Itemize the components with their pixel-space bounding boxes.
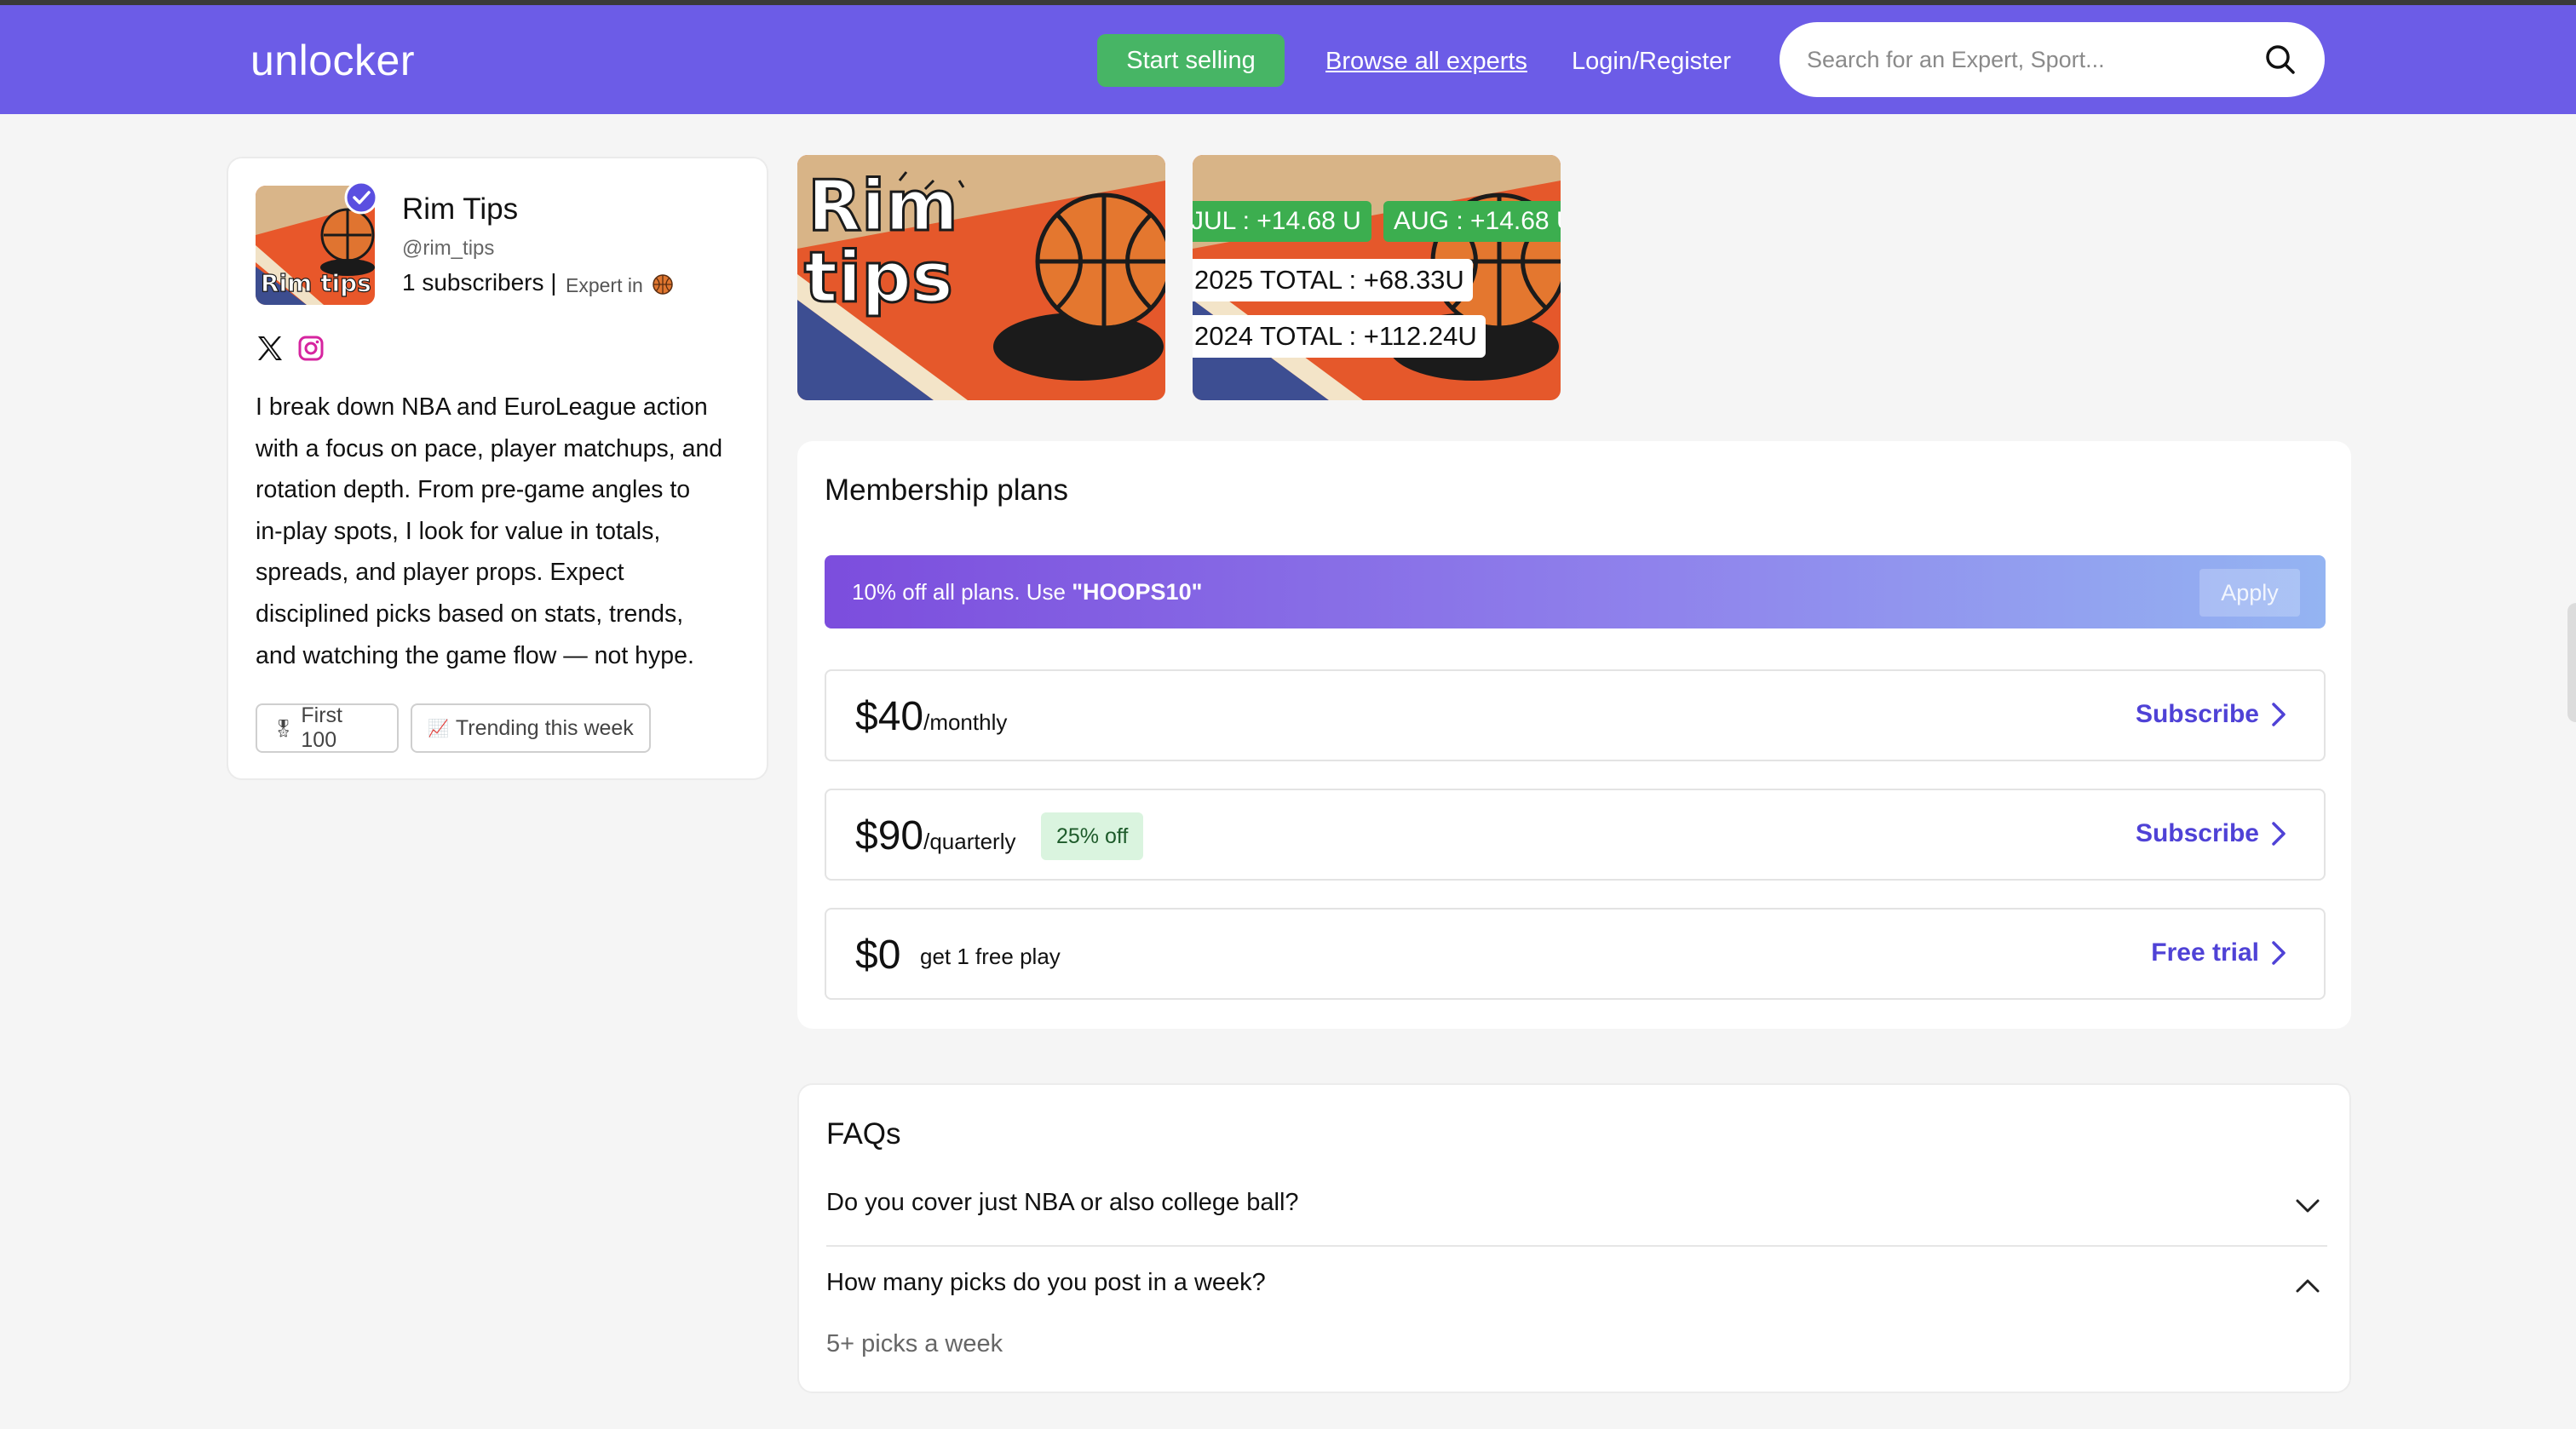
price-amount: $90 [855, 813, 924, 858]
chevron-right-icon [2272, 703, 2286, 726]
browse-experts-link[interactable]: Browse all experts [1325, 48, 1527, 76]
subscribe-monthly-button[interactable]: Subscribe [2136, 700, 2286, 729]
bio-line: disciplined picks based on stats, trends… [256, 600, 684, 628]
faq-question[interactable]: Do you cover just NBA or also college ba… [826, 1189, 1299, 1217]
faqs-card: FAQs Do you cover just NBA or also colle… [797, 1083, 2351, 1393]
jul-result-pill: JUL : +14.68 U [1193, 201, 1371, 242]
unlocker-logo[interactable]: unlocker [250, 36, 415, 85]
subscriber-count: 1 subscribers | [402, 269, 557, 296]
plan-price: $90/quarterly [855, 812, 1015, 859]
faqs-title: FAQs [826, 1117, 901, 1151]
chevron-right-icon [2272, 822, 2286, 846]
chevron-up-icon[interactable] [2295, 1277, 2320, 1294]
action-label: Free trial [2151, 938, 2259, 967]
bio-line: rotation depth. From pre-game angles to [256, 476, 691, 504]
total-2024-pill: 2024 TOTAL : +112.24U [1193, 315, 1486, 358]
x-twitter-icon[interactable] [256, 334, 285, 363]
promo-text: 10% off all plans. Use "HOOPS10" [852, 579, 1202, 605]
apply-promo-button[interactable]: Apply [2199, 569, 2300, 617]
expert-handle: @rim_tips [402, 237, 495, 260]
bio-line: I break down NBA and EuroLeague action [256, 393, 708, 421]
membership-plans-card: Membership plans 10% off all plans. Use … [797, 441, 2351, 1029]
price-period: /quarterly [923, 829, 1016, 854]
banner-title-line1: Rim [808, 166, 958, 247]
action-label: Subscribe [2135, 700, 2259, 728]
promo-banner: 10% off all plans. Use "HOOPS10" Apply [825, 555, 2326, 628]
chevron-down-icon[interactable] [2295, 1197, 2320, 1214]
price-period: /monthly [923, 709, 1008, 735]
search-input[interactable] [1807, 41, 2250, 78]
verified-badge-icon [344, 181, 378, 215]
first-100-badge: 🎖 First 100 [256, 703, 399, 753]
search-icon[interactable] [2262, 41, 2299, 78]
rim-tips-banner-image[interactable]: Rim tips [797, 155, 1165, 400]
promo-prefix: 10% off all plans. Use [852, 579, 1072, 605]
avatar-text: Rim tips [261, 269, 371, 297]
plan-note: get 1 free play [920, 944, 1061, 969]
total-2025-pill: 2025 TOTAL : +68.33U [1193, 259, 1473, 301]
plan-quarterly[interactable]: $90/quarterly 25% off Subscribe [825, 789, 2326, 881]
free-trial-button[interactable]: Free trial [2151, 938, 2286, 967]
discount-badge: 25% off [1041, 812, 1144, 860]
faq-answer: 5+ picks a week [826, 1330, 1003, 1357]
medal-icon: 🎖 [273, 719, 295, 738]
results-banner-image[interactable]: JUL : +14.68 U AUG : +14.68 U 2025 TOTAL… [1193, 155, 1561, 400]
membership-title: Membership plans [825, 473, 1068, 507]
price-amount: $40 [855, 694, 924, 739]
start-selling-button[interactable]: Start selling [1097, 34, 1285, 87]
action-label: Subscribe [2135, 819, 2259, 847]
subscribe-quarterly-button[interactable]: Subscribe [2136, 819, 2286, 848]
faq-question[interactable]: How many picks do you post in a week? [826, 1269, 1266, 1297]
expert-in-label: Expert in [566, 274, 643, 296]
instagram-icon[interactable] [296, 334, 325, 363]
banner-title-line2: tips [804, 238, 953, 319]
chevron-right-icon [2272, 941, 2286, 965]
trending-badge: 📈 Trending this week [411, 703, 651, 753]
basketball-icon [653, 274, 673, 295]
aug-result-pill: AUG : +14.68 U [1383, 201, 1561, 242]
expert-bio: I break down NBA and EuroLeague action w… [256, 387, 753, 676]
bio-line: with a focus on pace, player matchups, a… [256, 434, 723, 462]
badge-label: First 100 [301, 703, 342, 752]
promo-code: "HOOPS10" [1072, 579, 1203, 605]
side-scroll-tab[interactable] [2567, 603, 2576, 722]
login-register-link[interactable]: Login/Register [1572, 48, 1731, 76]
badge-label: Trending this week [455, 715, 634, 740]
search-box [1780, 22, 2325, 97]
top-navbar: unlocker Start selling Browse all expert… [0, 5, 2576, 114]
plan-free-trial[interactable]: $0 get 1 free play Free trial [825, 908, 2326, 1000]
expert-name: Rim Tips [402, 192, 519, 226]
expert-profile-card: Rim tips Rim Tips @rim_tips 1 subscriber… [227, 157, 768, 780]
faq-divider [826, 1245, 2327, 1247]
chart-up-icon: 📈 [428, 719, 449, 738]
plan-monthly[interactable]: $40/monthly Subscribe [825, 669, 2326, 761]
bio-line: and watching the game flow — not hype. [256, 641, 694, 669]
bio-line: spreads, and player props. Expect [256, 559, 624, 587]
plan-price: $0 [855, 933, 901, 978]
plan-price: $40/monthly [855, 693, 1007, 740]
bio-line: in-play spots, I look for value in total… [256, 517, 661, 545]
